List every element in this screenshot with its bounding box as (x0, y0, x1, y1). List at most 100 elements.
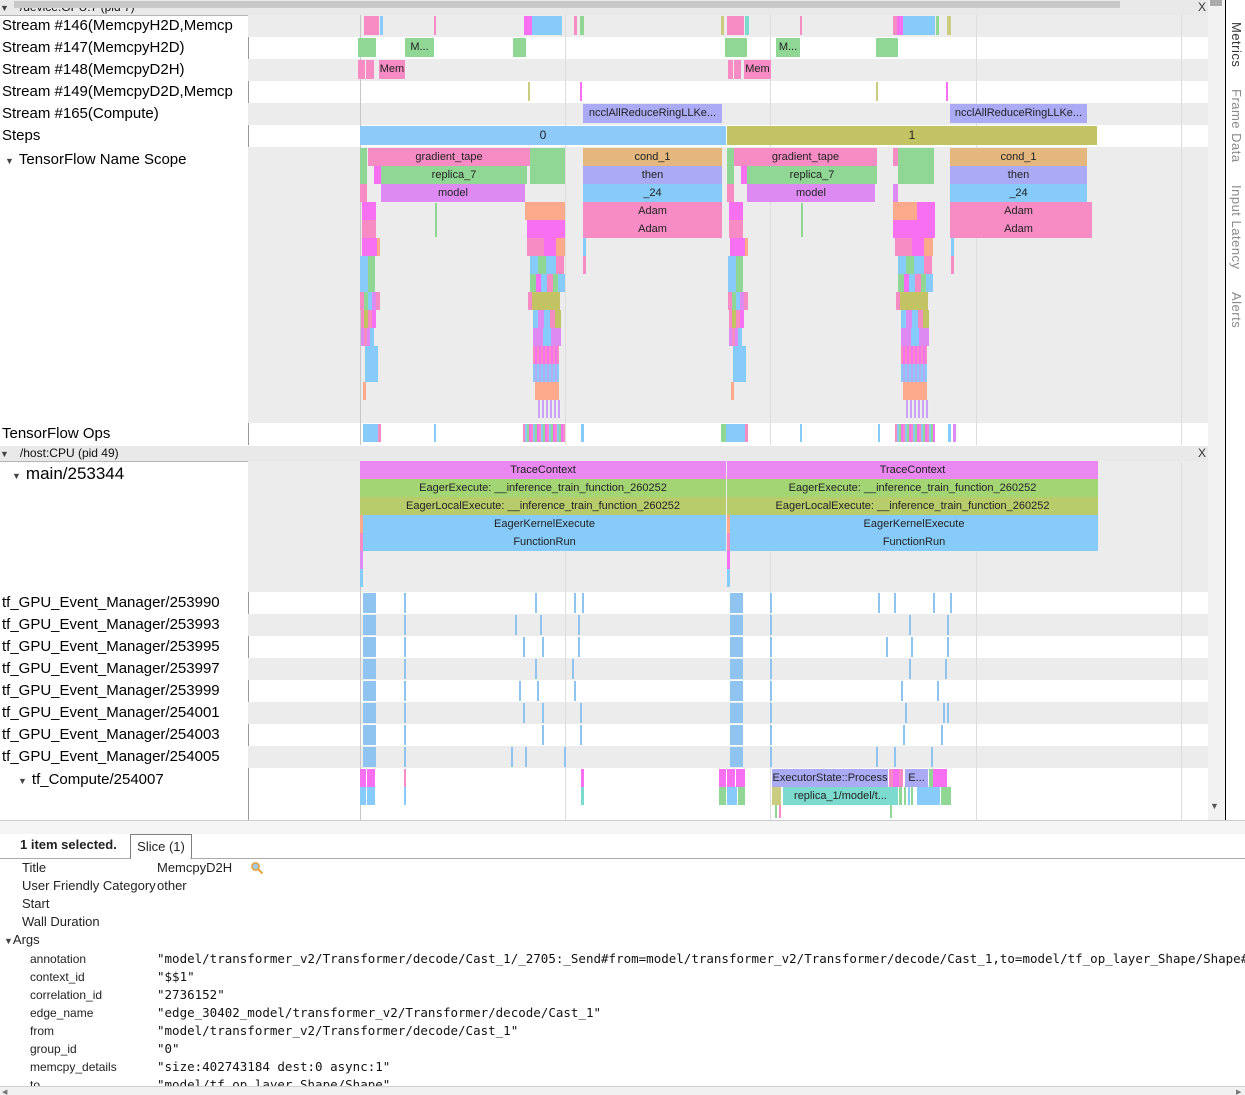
trace-event[interactable] (542, 725, 544, 745)
trace-event[interactable] (404, 747, 406, 767)
trace-event[interactable] (734, 60, 741, 79)
trace-event-adam[interactable]: Adam (950, 220, 1087, 238)
trace-event[interactable] (360, 769, 366, 787)
trace-event[interactable] (370, 328, 374, 346)
trace-event[interactable] (911, 328, 919, 346)
trace-event[interactable] (898, 166, 934, 184)
trace-event[interactable] (377, 238, 380, 256)
trace-event[interactable] (511, 747, 513, 767)
row-label-stream-146-memcpyh2d-memcp[interactable]: Stream #146(MemcpyH2D,Memcp (0, 15, 246, 37)
trace-event[interactable] (515, 615, 517, 635)
trace-event[interactable] (555, 310, 561, 328)
trace-event[interactable] (899, 787, 902, 805)
trace-event[interactable] (725, 38, 747, 57)
trace-event[interactable] (580, 16, 584, 35)
host-panel-close-button[interactable]: X (1195, 446, 1209, 461)
collapse-triangle-icon[interactable]: ▼ (18, 776, 27, 786)
trace-event[interactable] (729, 202, 743, 220)
trace-event--24[interactable]: _24 (583, 184, 722, 202)
trace-event[interactable] (535, 659, 537, 679)
trace-event[interactable] (770, 747, 772, 767)
collapse-triangle-icon[interactable]: ▼ (5, 156, 14, 166)
trace-event[interactable] (581, 769, 584, 787)
trace-event[interactable] (380, 16, 383, 35)
trace-event[interactable] (745, 238, 748, 256)
trace-event[interactable] (558, 274, 565, 292)
trace-event-functionrun[interactable]: FunctionRun (363, 533, 726, 551)
trace-event[interactable] (926, 274, 933, 292)
trace-event[interactable] (943, 703, 945, 723)
trace-event[interactable] (876, 747, 878, 767)
trace-event-gradient-tape[interactable]: gradient_tape (368, 148, 530, 166)
trace-event-ncclallreduceringllke-[interactable]: ncclAllReduceRingLLKe... (950, 104, 1087, 123)
trace-event[interactable] (730, 681, 743, 701)
trace-event[interactable] (523, 703, 525, 723)
trace-event[interactable] (532, 292, 560, 310)
trace-event[interactable] (947, 637, 949, 657)
trace-event[interactable] (360, 787, 366, 805)
trace-event[interactable] (719, 787, 726, 805)
trace-event[interactable] (538, 400, 562, 418)
row-label-tf-gpu-event-manager-253999[interactable]: tf_GPU_Event_Manager/253999 (0, 680, 246, 702)
trace-event[interactable] (800, 424, 802, 442)
trace-event-1[interactable]: 1 (727, 126, 1097, 145)
side-tab-alerts[interactable]: Alerts (1229, 292, 1244, 328)
trace-event[interactable] (738, 787, 745, 805)
trace-event[interactable] (744, 292, 748, 310)
trace-event[interactable] (540, 615, 542, 635)
trace-event[interactable] (365, 364, 378, 382)
trace-event[interactable] (404, 615, 406, 635)
trace-event[interactable] (924, 256, 932, 274)
trace-event[interactable] (914, 256, 924, 274)
trace-event[interactable] (728, 256, 736, 274)
trace-event[interactable] (729, 220, 743, 238)
trace-event[interactable] (435, 203, 437, 237)
trace-event[interactable] (903, 382, 927, 400)
trace-event[interactable] (745, 16, 749, 35)
trace-event[interactable] (404, 769, 406, 787)
gpu-panel-close-button[interactable]: X (1195, 0, 1209, 15)
row-label-stream-148-memcpyd2h-[interactable]: Stream #148(MemcpyD2H) (0, 59, 246, 81)
trace-event[interactable] (578, 615, 580, 635)
trace-event-executorstate-process[interactable]: ExecutorState::Process (772, 769, 888, 787)
side-tab-input-latency[interactable]: Input Latency (1229, 185, 1244, 270)
trace-event[interactable] (730, 659, 743, 679)
trace-event[interactable] (911, 787, 913, 805)
trace-event[interactable] (519, 681, 521, 701)
trace-event[interactable] (360, 184, 367, 202)
trace-event[interactable] (770, 659, 772, 679)
trace-event[interactable] (730, 747, 743, 767)
row-label-stream-147-memcpyh2d-[interactable]: Stream #147(MemcpyH2D) (0, 37, 246, 59)
trace-event-adam[interactable]: Adam (950, 202, 1087, 220)
trace-event[interactable] (513, 38, 526, 57)
trace-event-replica-7[interactable]: replica_7 (747, 166, 877, 184)
trace-event[interactable] (941, 725, 943, 745)
horizontal-scrollbar-thumb[interactable] (14, 1, 1120, 8)
trace-event[interactable] (574, 16, 577, 35)
trace-event[interactable] (876, 38, 898, 57)
trace-event[interactable] (947, 703, 949, 723)
row-label-tf-gpu-event-manager-253993[interactable]: tf_GPU_Event_Manager/253993 (0, 614, 246, 636)
collapse-triangle-icon[interactable]: ▼ (12, 471, 21, 481)
trace-event[interactable] (525, 747, 527, 767)
trace-event[interactable] (779, 805, 781, 818)
trace-event[interactable] (909, 659, 911, 679)
trace-event[interactable] (886, 637, 888, 657)
trace-event[interactable] (524, 16, 532, 35)
trace-event[interactable] (580, 725, 582, 745)
trace-event[interactable] (363, 681, 376, 701)
trace-event[interactable] (727, 787, 737, 805)
trace-event[interactable] (905, 703, 907, 723)
row-label-tf-gpu-event-manager-254003[interactable]: tf_GPU_Event_Manager/254003 (0, 724, 246, 746)
side-tab-metrics[interactable]: Metrics (1229, 22, 1244, 67)
trace-event[interactable] (404, 787, 406, 805)
trace-event[interactable] (543, 328, 551, 346)
trace-event[interactable] (363, 703, 376, 723)
trace-event[interactable] (919, 328, 929, 346)
trace-event-eagerkernelexecute[interactable]: EagerKernelExecute (730, 515, 1098, 533)
trace-event[interactable] (360, 569, 363, 587)
trace-event[interactable] (731, 382, 734, 400)
vertical-scrollbar[interactable] (1208, 0, 1225, 820)
trace-event[interactable] (728, 274, 736, 292)
trace-event-mem[interactable]: Mem (379, 60, 405, 79)
